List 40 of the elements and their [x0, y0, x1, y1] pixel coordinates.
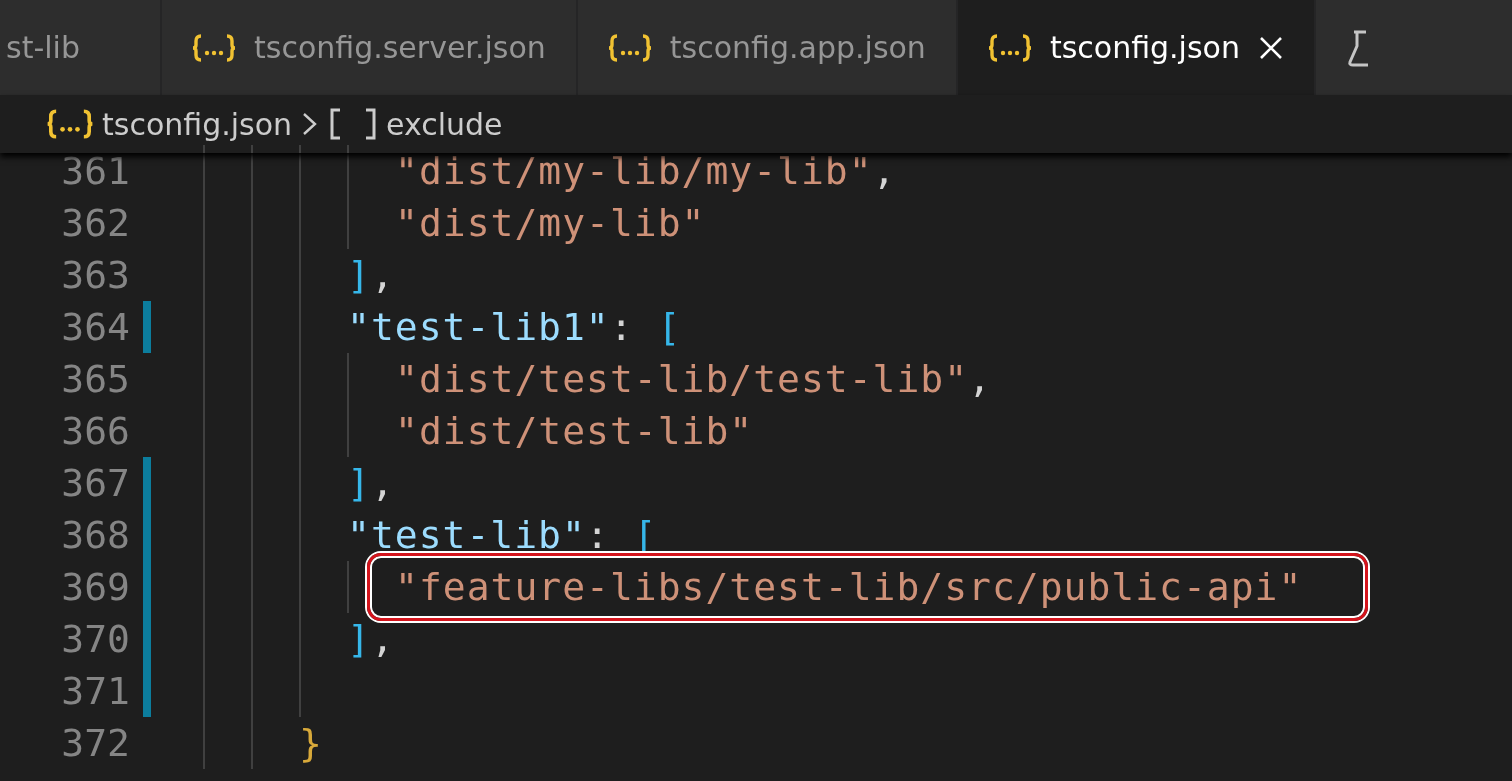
close-icon[interactable]: [1257, 34, 1284, 61]
line-number: 367: [60, 461, 130, 505]
bracket: ]: [347, 253, 371, 297]
line-number: 361: [60, 149, 130, 193]
brace: }: [299, 721, 323, 765]
property-key: "test-lib": [347, 513, 586, 557]
editor-tab[interactable]: st-lib: [0, 0, 160, 95]
bracket: ]: [347, 461, 371, 505]
property-key: "test-lib1": [347, 305, 610, 349]
editor-tab[interactable]: tsconfig.app.json: [577, 0, 956, 95]
punctuation: :: [609, 305, 635, 349]
breadcrumb-file[interactable]: tsconfig.json: [102, 106, 293, 142]
string-literal: "dist/my-lib": [395, 201, 706, 245]
punctuation: ,: [370, 617, 395, 661]
line-number: 370: [60, 617, 130, 661]
string-literal: "dist/test-lib": [395, 409, 754, 453]
punctuation: ,: [370, 461, 395, 505]
line-number: 362: [60, 201, 130, 245]
bracket: ]: [347, 617, 371, 661]
string-literal: "dist/my-lib/my-lib": [395, 149, 873, 193]
line-number: 366: [60, 409, 130, 453]
punctuation: :: [585, 513, 611, 557]
array-brackets-icon: [328, 107, 379, 141]
punctuation: ,: [370, 253, 395, 297]
punctuation: ,: [968, 357, 992, 401]
json-braces-icon: [46, 108, 94, 140]
editor-tab[interactable]: tsconfig.server.json: [162, 0, 576, 95]
line-number: 369: [60, 565, 130, 609]
line-number: 363: [60, 253, 130, 297]
string-literal: "feature-libs/test-lib/src/public-api": [395, 565, 1303, 609]
line-number: 371: [60, 669, 130, 713]
line-number: 368: [60, 513, 130, 557]
line-number: 372: [60, 721, 130, 765]
bracket: [: [657, 305, 682, 349]
punctuation: ,: [872, 149, 897, 193]
string-literal: "dist/test-lib/test-lib": [395, 357, 969, 401]
line-number: 365: [60, 357, 130, 401]
breadcrumb-symbol[interactable]: exclude: [386, 106, 503, 142]
editor-tab[interactable]: tsconfig.json: [957, 0, 1314, 95]
line-number: 364: [60, 305, 130, 349]
